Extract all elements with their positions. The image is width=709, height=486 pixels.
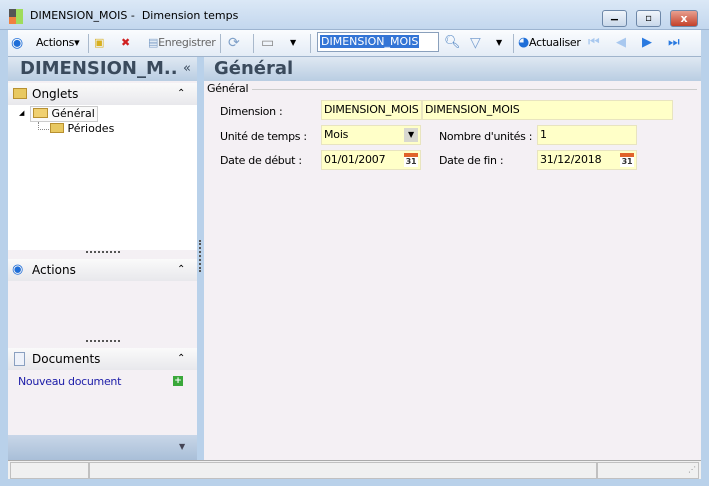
chevron-down-icon: ▼ [179, 442, 186, 451]
actions-label: Actions [36, 36, 75, 49]
status-bar: ⋰ [8, 460, 701, 479]
dimension-name-field[interactable]: DIMENSION_MOIS [422, 100, 673, 120]
collapse-panel-icon[interactable]: « [183, 57, 191, 81]
search-input[interactable]: DIMENSION_MOIS [317, 32, 439, 52]
tree-item-general[interactable]: Général [30, 106, 98, 122]
minimize-button[interactable]: ▁ [602, 10, 627, 27]
resize-grip-icon[interactable]: ⋰ [688, 465, 696, 474]
close-button[interactable]: x [670, 10, 698, 27]
tree-item-periodes[interactable]: Périodes [50, 122, 114, 135]
title-bar: DIMENSION_MOIS - Dimension temps ▁ ▫ x [0, 0, 709, 30]
window-title: DIMENSION_MOIS - Dimension temps [30, 9, 239, 22]
page-title: Général [214, 58, 294, 79]
actions-title: Actions [32, 263, 76, 277]
filter-dropdown[interactable]: ▼ [496, 34, 502, 52]
start-date-field[interactable]: 01/01/2007 31 [321, 150, 421, 170]
toolbar: ◉ Actions▾ ▣ ✖ ▤Enregistrer ⟳ ▭ ▼ DIMENS… [8, 30, 701, 57]
refresh-label: Actualiser [529, 36, 581, 49]
end-date-field[interactable]: 31/12/2018 31 [537, 150, 637, 170]
print-icon[interactable]: ▭ [261, 34, 274, 52]
tree-label: Général [51, 107, 95, 120]
dimension-code-field[interactable]: DIMENSION_MOIS [321, 100, 422, 120]
unit-label: Unité de temps : [220, 130, 307, 143]
status-pane [10, 462, 89, 479]
previous-record-icon[interactable]: ◀ [616, 34, 626, 52]
end-date-value: 31/12/2018 [540, 153, 602, 166]
save-label: Enregistrer [158, 36, 216, 49]
record-title: DIMENSION_M.. [20, 58, 178, 79]
actions-icon: ◉ [11, 35, 23, 51]
collapse-icon[interactable]: ⌃ [177, 83, 185, 105]
refresh-icon: ◕ [518, 35, 530, 50]
calendar-icon[interactable]: 31 [620, 153, 634, 167]
print-dropdown[interactable]: ▼ [290, 34, 296, 52]
folder-icon [50, 123, 64, 133]
tree-label: Périodes [67, 122, 115, 135]
splitter[interactable] [86, 340, 120, 342]
collapse-icon[interactable]: ⌃ [177, 259, 185, 281]
add-document-icon[interactable]: + [173, 376, 183, 386]
open-folder-icon [33, 108, 48, 118]
save-icon: ▤ [148, 36, 159, 49]
right-panel-header: Général [204, 57, 701, 81]
form-area: Général Dimension : DIMENSION_MOIS DIMEN… [204, 81, 701, 460]
maximize-button[interactable]: ▫ [636, 10, 661, 27]
filter-icon[interactable]: ▽ [470, 34, 481, 52]
sync-icon[interactable]: ⟳ [228, 34, 240, 52]
first-record-icon[interactable]: ⏮ [588, 34, 600, 52]
app-icon [9, 9, 23, 24]
end-date-label: Date de fin : [439, 154, 504, 167]
group-title: Général [207, 82, 249, 95]
status-pane [89, 462, 597, 479]
refresh-button[interactable]: ◕Actualiser [518, 34, 581, 52]
vertical-splitter[interactable] [199, 240, 201, 272]
next-record-icon[interactable]: ▶ [642, 34, 652, 52]
unit-value: Mois [324, 128, 349, 141]
document-icon [14, 352, 25, 366]
sidebar-bottom-bar[interactable]: ▼ [8, 435, 197, 460]
sidebar: Onglets ⌃ ◢ Général Périodes ◉ Actions ⌃… [8, 81, 197, 460]
new-document-link[interactable]: Nouveau document [18, 375, 121, 388]
chevron-down-icon[interactable]: ▼ [404, 128, 418, 142]
last-record-icon[interactable]: ⏭ [668, 34, 680, 52]
start-date-value: 01/01/2007 [324, 153, 386, 166]
onglets-section-header[interactable]: Onglets ⌃ [8, 83, 197, 105]
collapse-icon[interactable]: ⌃ [177, 348, 185, 370]
status-pane [597, 462, 699, 479]
folder-icon [13, 88, 27, 99]
onglets-title: Onglets [32, 87, 79, 101]
search-value: DIMENSION_MOIS [320, 35, 420, 48]
left-panel-header: DIMENSION_M.. « [8, 57, 197, 81]
actions-menu[interactable]: Actions▾ [36, 34, 80, 52]
search-icon[interactable]: 🔍︎ [444, 34, 461, 52]
count-field[interactable]: 1 [537, 125, 637, 145]
new-icon[interactable]: ▣ [94, 34, 104, 52]
splitter[interactable] [86, 251, 120, 253]
tree-expand-icon[interactable]: ◢ [19, 109, 24, 117]
actions-icon: ◉ [12, 262, 24, 277]
count-label: Nombre d'unités : [439, 130, 533, 143]
actions-section-header[interactable]: ◉ Actions ⌃ [8, 259, 197, 281]
save-button[interactable]: ▤Enregistrer [148, 34, 216, 52]
documents-title: Documents [32, 352, 101, 366]
calendar-icon[interactable]: 31 [404, 153, 418, 167]
dimension-label: Dimension : [220, 105, 283, 118]
documents-section-header[interactable]: Documents ⌃ [8, 348, 197, 370]
delete-icon[interactable]: ✖ [121, 34, 130, 52]
unit-select[interactable]: Mois ▼ [321, 125, 421, 145]
start-date-label: Date de début : [220, 154, 302, 167]
